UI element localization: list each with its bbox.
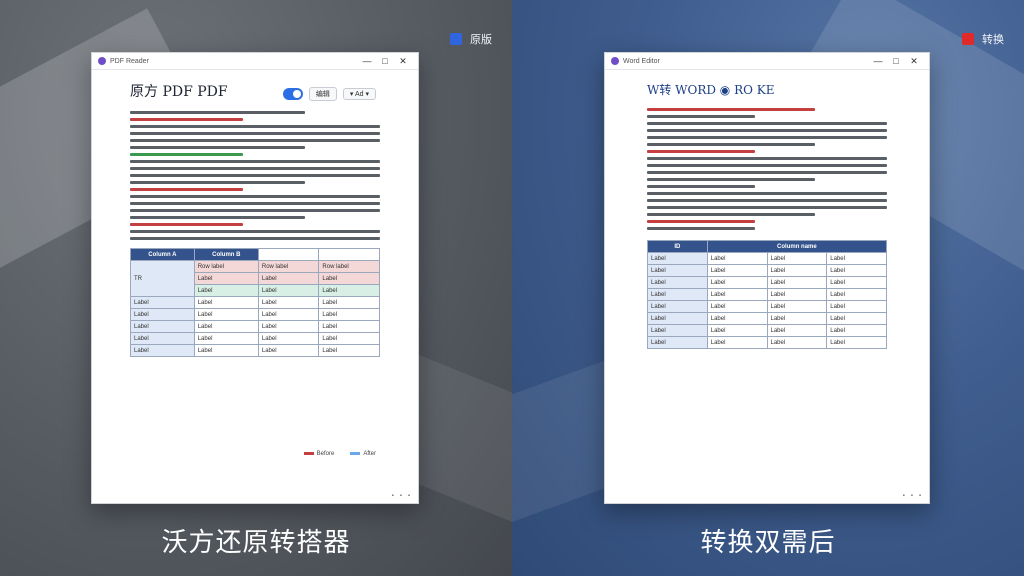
table-row: Label Label Label Label [647, 324, 887, 337]
close-button[interactable]: ✕ [905, 56, 923, 67]
word-titlebar: Word Editor — □ ✕ [605, 53, 929, 70]
before-badge-swatch [450, 33, 462, 45]
maximize-button[interactable]: □ [376, 56, 394, 66]
after-badge-swatch [962, 33, 974, 45]
minimize-button[interactable]: — [358, 56, 376, 66]
pdf-statusbar: ▪ ▪ ▪ [92, 493, 418, 503]
app-icon [611, 57, 619, 65]
minimize-button[interactable]: — [869, 56, 887, 66]
table-row: Label Label Label Label [130, 320, 380, 333]
word-table: ID Column name Label Label Label Label Labe… [647, 240, 888, 349]
table-row: Label Label Label Label [130, 296, 380, 309]
status-icon: ▪ [399, 493, 402, 499]
table-header-cell: ID [647, 240, 708, 253]
table-header-cell: Column B [193, 248, 259, 261]
table-row: Label Label Label Label [130, 308, 380, 321]
close-button[interactable]: ✕ [394, 56, 412, 67]
table-row: Label Label Label Label [647, 264, 887, 277]
status-icon: ▪ [407, 493, 410, 499]
table-header-cell: Column name [706, 240, 888, 253]
pdf-doc-title: 原方 PDF PDF [130, 84, 228, 100]
status-icon: ▪ [918, 493, 921, 499]
word-document: W转 WORD ◉ RO KE ID Column name Label Lab… [647, 81, 888, 349]
before-badge: 原版 [450, 31, 492, 47]
legend-item: Before [303, 451, 334, 457]
status-icon: ▪ [391, 493, 394, 499]
word-doc-title: W转 WORD ◉ RO KE [647, 83, 775, 97]
pdf-text-block [130, 111, 380, 240]
after-badge-label: 转换 [982, 34, 1004, 46]
table-row: Label Label Label Label [130, 332, 380, 345]
legend-item: After [350, 451, 376, 457]
table-row: Label Label Label Label [130, 344, 380, 357]
before-caption: 沃方还原转搭器 [161, 528, 351, 558]
before-panel: 原版 PDF Reader — □ ✕ 编辑 ▾ Ad ▾ 原方 PDF PDF [0, 0, 512, 576]
pdf-document: 原方 PDF PDF Column A Column B TR Row labe… [130, 81, 380, 357]
word-window-title: Word Editor [623, 57, 660, 65]
after-caption: 转换双需后 [700, 528, 836, 558]
pdf-titlebar: PDF Reader — □ ✕ [92, 53, 418, 70]
table-row: Label Label Label Label [647, 336, 887, 349]
after-panel: 转换 Word Editor — □ ✕ W转 WORD ◉ RO KE ID … [512, 0, 1024, 576]
table-row: Label Label Label Label [647, 276, 887, 289]
maximize-button[interactable]: □ [887, 56, 905, 66]
status-icon: ▪ [902, 493, 905, 499]
table-header-cell: Column A [130, 248, 195, 261]
word-text-block [647, 108, 887, 230]
after-badge: 转换 [962, 31, 1004, 47]
before-badge-label: 原版 [470, 34, 492, 46]
word-window: Word Editor — □ ✕ W转 WORD ◉ RO KE ID Col… [604, 52, 930, 504]
table-row: Label Label Label Label [647, 312, 887, 325]
app-icon [98, 57, 106, 65]
word-statusbar: ▪ ▪ ▪ [605, 493, 929, 503]
table-row: Label Label Label Label [647, 252, 887, 265]
pdf-window: PDF Reader — □ ✕ 编辑 ▾ Ad ▾ 原方 PDF PDF Co… [91, 52, 419, 504]
pdf-table: Column A Column B TR Row label Row label Ro… [130, 248, 380, 357]
pdf-legend: Before After [303, 451, 376, 457]
table-row: Label Label Label Label [647, 300, 887, 313]
pdf-window-title: PDF Reader [110, 57, 149, 65]
table-row: Label Label Label Label [647, 288, 887, 301]
status-icon: ▪ [910, 493, 913, 499]
table-row: TR Row label Row label Row label [130, 260, 380, 297]
